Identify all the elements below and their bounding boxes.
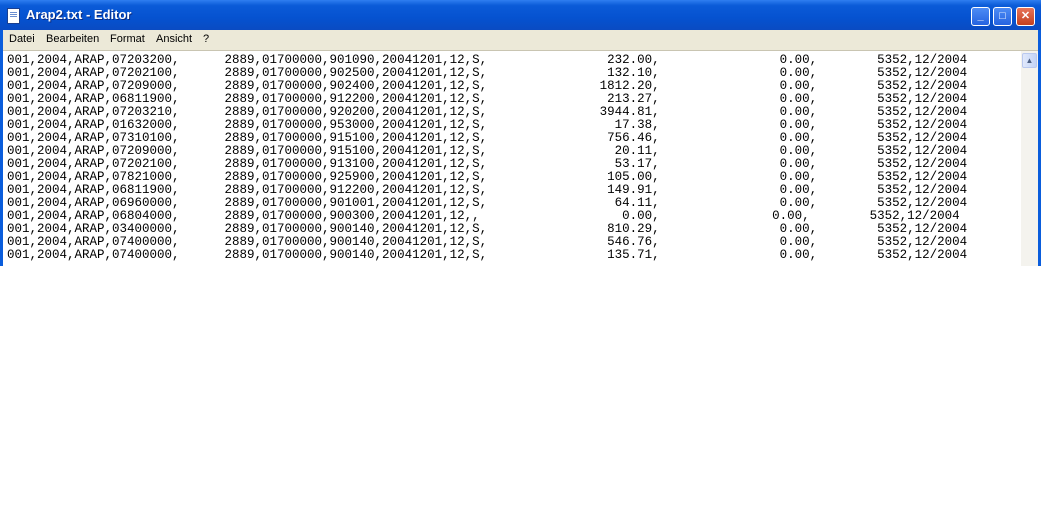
- text-line: 001,2004,ARAP,07400000, 2889,01700000,90…: [7, 248, 968, 262]
- menu-format[interactable]: Format: [110, 33, 145, 45]
- vertical-scrollbar[interactable]: ▲: [1021, 51, 1038, 266]
- text-editor-area[interactable]: 001,2004,ARAP,07203200, 2889,01700000,90…: [3, 51, 1021, 266]
- scroll-up-icon[interactable]: ▲: [1022, 53, 1037, 68]
- menu-bar: Datei Bearbeiten Format Ansicht ?: [3, 30, 1038, 51]
- menu-datei[interactable]: Datei: [9, 33, 35, 45]
- minimize-button[interactable]: _: [971, 7, 990, 26]
- menu-help[interactable]: ?: [203, 33, 209, 45]
- maximize-button[interactable]: □: [993, 7, 1012, 26]
- menu-bearbeiten[interactable]: Bearbeiten: [46, 33, 99, 45]
- close-button[interactable]: ✕: [1016, 7, 1035, 26]
- window-title: Arap2.txt - Editor: [26, 7, 132, 22]
- notepad-icon[interactable]: [7, 8, 20, 24]
- title-bar[interactable]: Arap2.txt - Editor _ □ ✕: [0, 0, 1041, 30]
- notepad-window: Arap2.txt - Editor _ □ ✕ Datei Bearbeite…: [0, 0, 1041, 266]
- menu-ansicht[interactable]: Ansicht: [156, 33, 192, 45]
